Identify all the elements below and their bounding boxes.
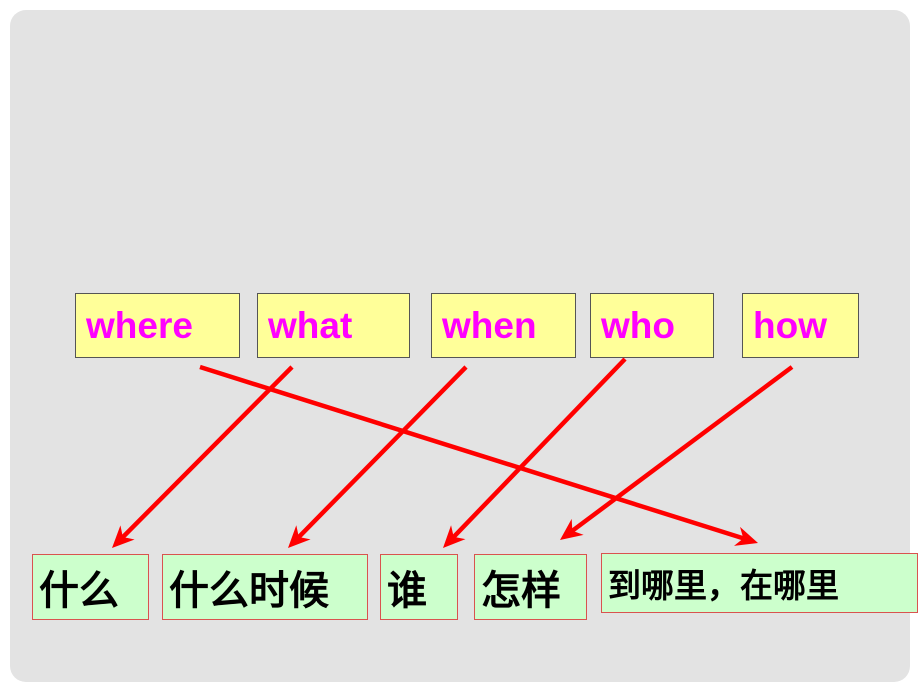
- arrow-when-to-shenmeshihou: [296, 365, 468, 540]
- arrow-where-to-daonali: [199, 364, 746, 541]
- arrowhead-zenyang: [560, 518, 584, 540]
- arrow-how-to-zenyang: [569, 365, 794, 534]
- arrow-what-to-shenme: [120, 365, 294, 540]
- connection-arrows: [112, 357, 794, 548]
